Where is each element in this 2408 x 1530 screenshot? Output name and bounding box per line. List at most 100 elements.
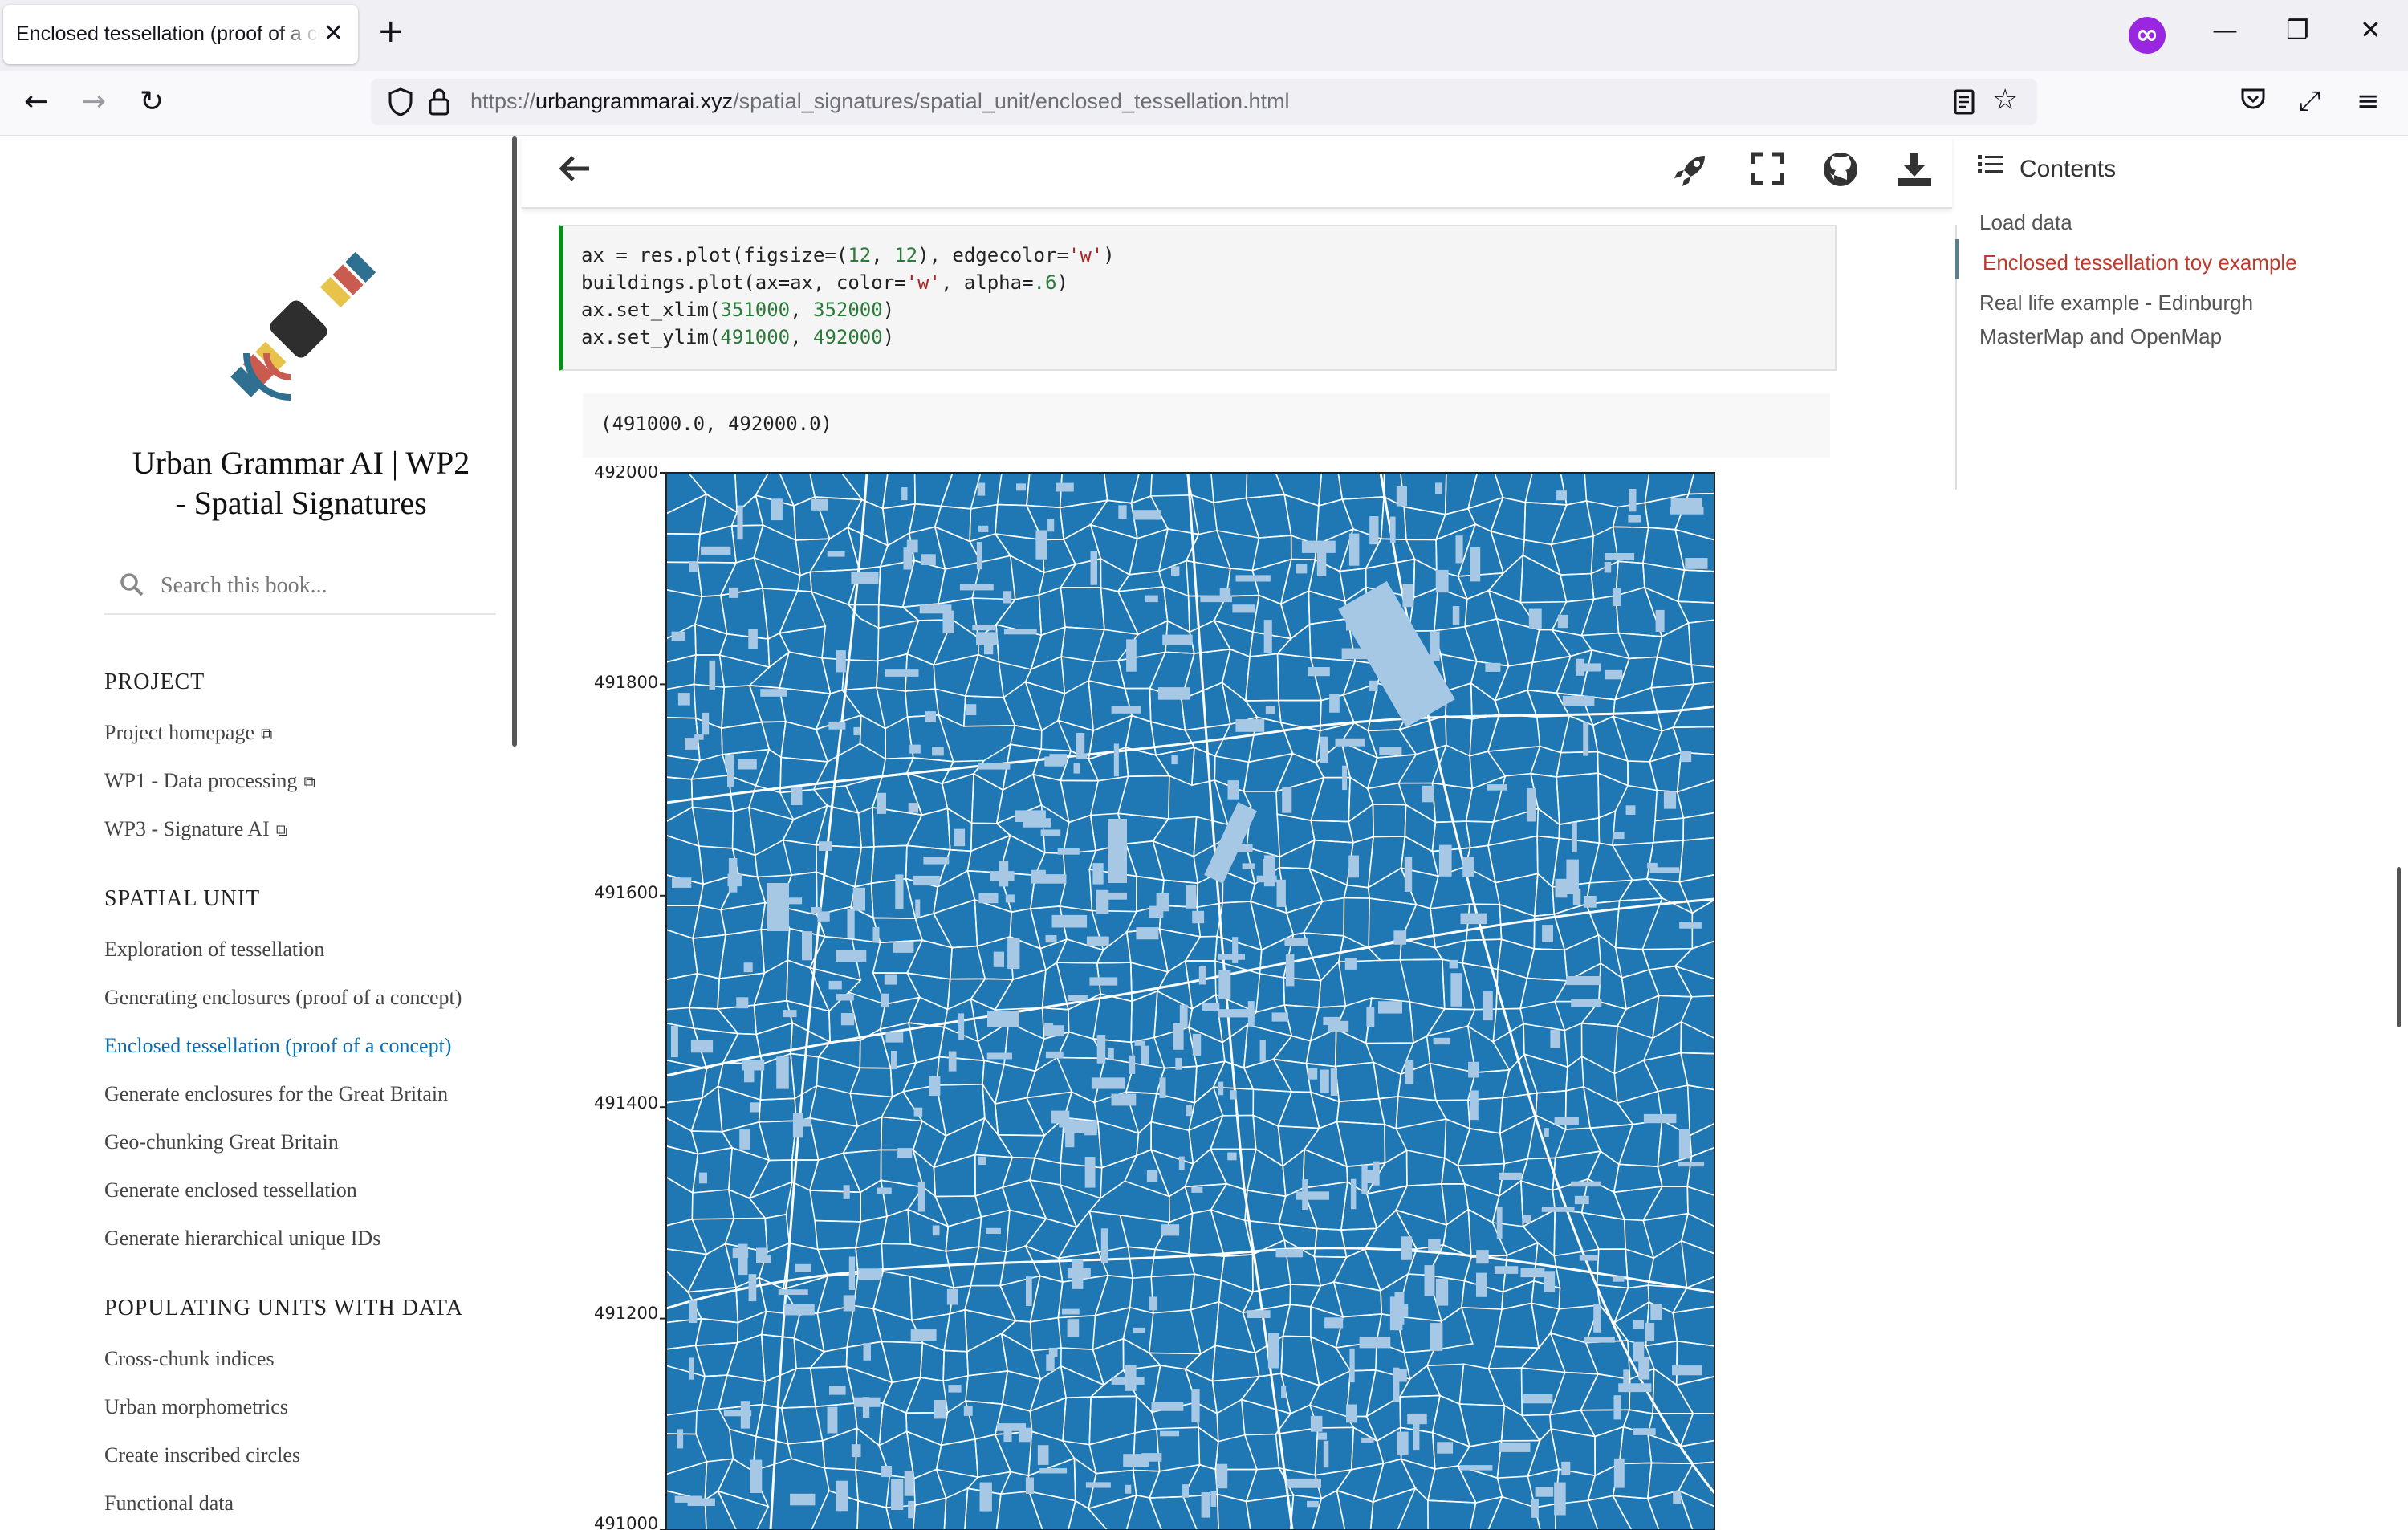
forward-arrow-icon[interactable]: → — [82, 85, 106, 118]
building — [1576, 658, 1584, 676]
building — [977, 482, 986, 496]
page-scrollbar[interactable] — [2397, 867, 2401, 1027]
close-window-button[interactable]: ✕ — [2360, 14, 2382, 45]
building — [1555, 878, 1568, 898]
fullscreen-icon[interactable] — [1750, 151, 1785, 195]
building — [1160, 1430, 1180, 1437]
building — [1084, 1157, 1096, 1188]
building — [1680, 751, 1692, 763]
pocket-icon[interactable] — [2239, 85, 2267, 120]
fullscreen-icon[interactable]: ⤢ — [2299, 85, 2321, 117]
building — [986, 1052, 1012, 1060]
building — [1335, 738, 1365, 747]
building — [1424, 1265, 1435, 1296]
building — [1561, 1461, 1571, 1475]
reload-icon[interactable]: ↻ — [140, 85, 164, 118]
sidebar-item-geo-chunking[interactable]: Geo-chunking Great Britain — [104, 1130, 339, 1154]
sidebar-item-hierarchical-ids[interactable]: Generate hierarchical unique IDs — [104, 1227, 380, 1251]
building — [1329, 694, 1340, 713]
building — [690, 1040, 714, 1053]
building — [1090, 551, 1097, 585]
building — [1544, 1128, 1549, 1137]
building — [1393, 1304, 1409, 1316]
building — [908, 803, 918, 813]
toc-item-edinburgh[interactable]: Real life example - Edinburgh — [1979, 291, 2253, 315]
building — [1026, 1276, 1032, 1306]
sidebar-item-generating-enclosures[interactable]: Generating enclosures (proof of a concep… — [104, 986, 462, 1010]
building — [828, 721, 846, 730]
building — [1346, 1404, 1357, 1423]
sidebar-item-urban-morphometrics[interactable]: Urban morphometrics — [104, 1395, 288, 1419]
minimize-button[interactable]: — — [2212, 14, 2238, 45]
building — [1678, 1129, 1690, 1159]
content-header — [522, 136, 1952, 209]
building — [954, 828, 966, 847]
building — [1679, 922, 1702, 929]
toc-item-load-data[interactable]: Load data — [1979, 210, 2072, 235]
sidebar-item-inscribed-circles[interactable]: Create inscribed circles — [104, 1443, 300, 1467]
sidebar-item-enclosed-tessellation[interactable]: Enclosed tessellation (proof of a concep… — [104, 1034, 451, 1058]
sidebar-item-generate-tessellation[interactable]: Generate enclosed tessellation — [104, 1178, 357, 1202]
url-path: /spatial_signatures/spatial_unit/enclose… — [733, 89, 1290, 113]
toc-item-mastermap[interactable]: MasterMap and OpenMap — [1979, 324, 2222, 349]
bookmark-star-icon[interactable]: ☆ — [1992, 83, 2018, 116]
sidebar-item-generate-enclosures-gb[interactable]: Generate enclosures for the Great Britai… — [104, 1082, 448, 1106]
github-icon[interactable] — [1822, 151, 1859, 197]
url-text[interactable]: https://urbangrammarai.xyz/spatial_signa… — [470, 89, 1290, 114]
url-bar[interactable]: https://urbangrammarai.xyz/spatial_signa… — [371, 79, 2037, 125]
browser-tab[interactable]: Enclosed tessellation (proof of a concep… — [3, 5, 358, 64]
back-arrow-icon[interactable]: ← — [24, 85, 48, 118]
sidebar-scrollbar[interactable] — [512, 136, 517, 747]
building — [877, 792, 886, 814]
sidebar-item-wp3[interactable]: WP3 - Signature AI ⧉ — [104, 817, 287, 841]
building — [1126, 639, 1137, 672]
building — [1111, 706, 1141, 714]
search-icon — [119, 572, 144, 604]
building — [1460, 913, 1487, 925]
sidebar-item-project-homepage[interactable]: Project homepage ⧉ — [104, 721, 272, 745]
site-title[interactable]: Urban Grammar AI | WP2 - Spatial Signatu… — [80, 443, 522, 523]
building — [895, 874, 904, 909]
building — [1284, 938, 1308, 946]
new-tab-button[interactable]: + — [377, 13, 405, 50]
building — [1227, 780, 1239, 800]
building — [979, 1482, 992, 1512]
building — [1076, 733, 1085, 754]
building — [908, 1500, 914, 1519]
search-box[interactable]: Search this book... — [104, 562, 496, 615]
shield-icon[interactable] — [387, 87, 414, 124]
back-arrow-icon[interactable] — [557, 151, 592, 195]
building — [1320, 1069, 1329, 1093]
building — [677, 693, 690, 706]
building — [1520, 1268, 1545, 1278]
y-tick-label: 491600 — [594, 883, 659, 902]
building — [1045, 1051, 1064, 1059]
search-input[interactable]: Search this book... — [161, 573, 327, 599]
building — [978, 1156, 986, 1166]
building — [1369, 680, 1378, 691]
download-icon[interactable] — [1896, 151, 1933, 197]
building — [1320, 736, 1328, 763]
sidebar-item-wp1[interactable]: WP1 - Data processing ⧉ — [104, 769, 315, 793]
code-cell[interactable]: ax = res.plot(figsize=(12, 12), edgecolo… — [559, 225, 1837, 371]
lock-icon[interactable] — [427, 87, 451, 124]
tab-close-icon[interactable]: ✕ — [323, 19, 344, 47]
reader-view-icon[interactable] — [1952, 87, 1976, 124]
site-logo[interactable] — [210, 241, 387, 417]
building — [1232, 604, 1255, 613]
private-browsing-icon[interactable] — [2129, 17, 2166, 54]
building — [1487, 784, 1507, 791]
building — [1361, 1437, 1374, 1443]
rocket-icon[interactable] — [1671, 151, 1710, 198]
building — [1605, 669, 1623, 680]
url-prefix: https:// — [470, 89, 536, 113]
menu-icon[interactable]: ≡ — [2357, 85, 2380, 117]
sidebar-item-functional-data[interactable]: Functional data — [104, 1491, 234, 1516]
building — [767, 883, 789, 931]
sidebar-item-cross-chunk[interactable]: Cross-chunk indices — [104, 1347, 275, 1371]
external-link-icon: ⧉ — [275, 820, 288, 840]
building — [1685, 558, 1708, 569]
sidebar-item-exploration[interactable]: Exploration of tessellation — [104, 938, 324, 962]
toc-item-toy-example[interactable]: Enclosed tessellation toy example — [1983, 250, 2297, 275]
restore-button[interactable]: ❐ — [2286, 14, 2309, 45]
